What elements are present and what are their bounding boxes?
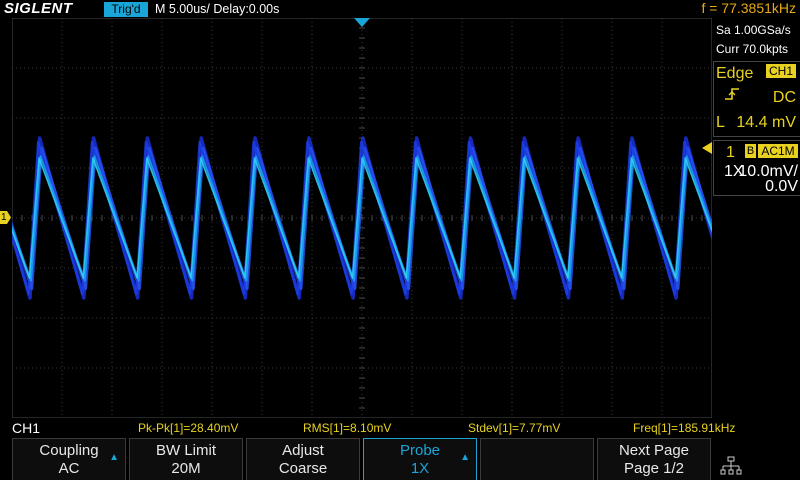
softkey-value: Page 1/2 [623, 460, 685, 477]
trigger-level-label: L [716, 114, 725, 131]
measurement-bar: CH1 Pk-Pk[1]=28.40mV RMS[1]=8.10mV Stdev… [0, 420, 800, 437]
coupling-impedance-badge: AC1M [758, 144, 798, 158]
softkey-coupling[interactable]: Coupling AC ▲ [12, 438, 126, 480]
sample-rate: Sa 1.00GSa/s [716, 23, 791, 37]
trigger-level-value: 14.4 mV [736, 114, 796, 131]
measurement-channel-label: CH1 [12, 420, 41, 436]
channel-number: 1 [726, 144, 735, 161]
softkey-next-page[interactable]: Next Page Page 1/2 [597, 438, 711, 480]
trigger-source-badge: CH1 [766, 64, 796, 78]
channel-marker-label: 1 [1, 212, 7, 223]
trigger-position-marker[interactable] [354, 18, 370, 28]
measurement-rms: RMS[1]=8.10mV [303, 421, 392, 435]
vertical-offset: 0.0V [765, 178, 798, 195]
softkey-value: 20M [171, 460, 201, 477]
brand-logo: SIGLENT [4, 0, 73, 17]
timebase-readout: M 5.00us/ Delay:0.00s [155, 2, 280, 16]
softkey-value: Coarse [278, 460, 328, 477]
rising-edge-icon [725, 88, 739, 100]
waveform-display[interactable] [12, 18, 712, 418]
top-status-bar: SIGLENT Trig'd M 5.00us/ Delay:0.00s f =… [0, 0, 800, 18]
channel1-offset-marker[interactable]: 1 [0, 211, 11, 224]
measurement-stdev: Stdev[1]=7.77mV [468, 421, 561, 435]
softkey-arrow-icon: ▲ [109, 452, 119, 463]
softkey-label: Next Page [618, 442, 690, 459]
trigger-type: Edge [716, 65, 754, 82]
softkey-bw-limit[interactable]: BW Limit 20M [129, 438, 243, 480]
trigger-status-badge: Trig'd [104, 2, 148, 17]
frequency-counter: f = 77.3851kHz [701, 0, 796, 16]
measurement-pkpk: Pk-Pk[1]=28.40mV [138, 421, 239, 435]
softkey-adjust[interactable]: Adjust Coarse [246, 438, 360, 480]
softkey-label: Adjust [282, 442, 324, 459]
trigger-level-marker[interactable] [702, 142, 712, 154]
softkey-probe[interactable]: Probe 1X ▲ [363, 438, 477, 480]
bandwidth-limit-badge: B [745, 144, 756, 158]
measurement-freq: Freq[1]=185.91kHz [633, 421, 736, 435]
network-icon [720, 456, 742, 475]
softkey-empty[interactable] [480, 438, 594, 480]
trigger-coupling: DC [772, 89, 796, 106]
softkey-arrow-icon: ▲ [460, 452, 470, 463]
softkey-label: BW Limit [156, 442, 216, 459]
memory-depth: Curr 70.0kpts [716, 42, 789, 56]
